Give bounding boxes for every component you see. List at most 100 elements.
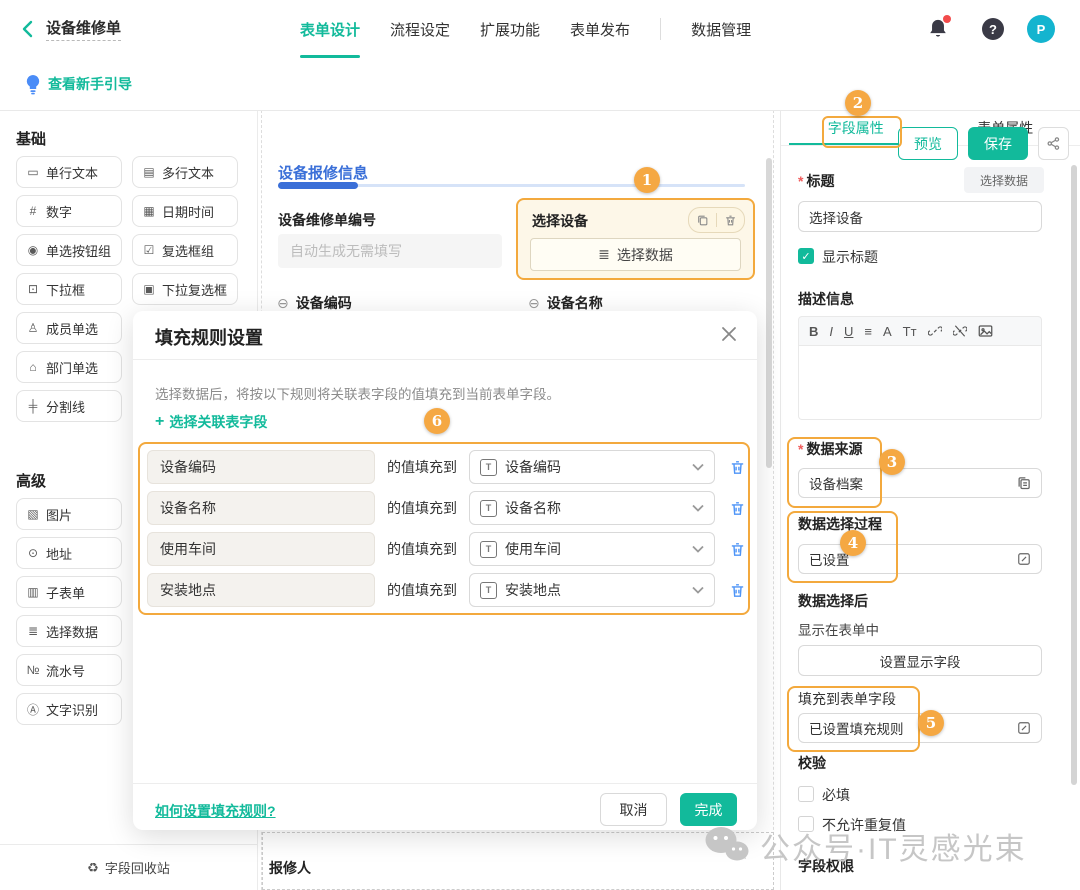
chevron-down-icon (692, 504, 704, 512)
field-datetime[interactable]: ▦日期时间 (132, 195, 238, 227)
field-number[interactable]: #数字 (16, 195, 122, 227)
set-display-fields-button[interactable]: 设置显示字段 (798, 645, 1042, 676)
field-member-select[interactable]: ♙成员单选 (16, 312, 122, 344)
bulb-icon (25, 74, 41, 95)
preview-button[interactable]: 预览 (898, 127, 958, 160)
insert-image-icon[interactable] (978, 324, 993, 338)
share-icon (1046, 136, 1061, 151)
switch-source-icon[interactable] (1016, 476, 1031, 491)
rule-connector-text: 的值填充到 (387, 457, 457, 477)
tab-data-management[interactable]: 数据管理 (691, 0, 751, 58)
font-size-icon[interactable]: Tт (903, 324, 917, 339)
title-source-chip[interactable]: 选择数据 (964, 167, 1044, 193)
bold-icon[interactable]: B (809, 324, 818, 339)
plus-icon: + (155, 413, 164, 431)
check-icon: ✓ (801, 250, 810, 263)
save-button[interactable]: 保存 (968, 127, 1028, 160)
required-checkbox[interactable] (798, 786, 814, 802)
field-select-data[interactable]: ≣选择数据 (16, 615, 122, 647)
cancel-button[interactable]: 取消 (600, 793, 667, 826)
duplicate-field-button[interactable] (689, 214, 716, 227)
canvas-scrollbar[interactable] (766, 158, 772, 468)
target-field-select[interactable]: T 使用车间 (469, 532, 715, 566)
modal-close-button[interactable] (721, 326, 737, 342)
modal-footer-divider (133, 783, 757, 784)
tab-form-design[interactable]: 表单设计 (300, 0, 360, 58)
delete-rule-button[interactable] (729, 582, 746, 599)
no-duplicate-checkbox[interactable] (798, 816, 814, 832)
back-button[interactable] (20, 20, 36, 38)
nav-tabs: 表单设计 流程设定 扩展功能 表单发布 数据管理 (300, 0, 751, 58)
add-related-field-link[interactable]: + 选择关联表字段 (155, 412, 267, 432)
notification-bell-button[interactable] (927, 17, 949, 41)
field-recycle-bin[interactable]: ♻ 字段回收站 (0, 844, 257, 890)
description-label: 描述信息 (798, 291, 854, 307)
validation-label: 校验 (798, 755, 826, 771)
target-field-select[interactable]: T 安装地点 (469, 573, 715, 607)
description-textarea[interactable] (798, 346, 1042, 420)
confirm-button[interactable]: 完成 (680, 793, 737, 826)
data-source-label: * 数据来源 (798, 441, 862, 457)
choose-data-button[interactable]: ≣ 选择数据 (530, 238, 741, 271)
delete-field-button[interactable] (717, 214, 744, 227)
no-duplicate-label: 不允许重复值 (822, 817, 906, 833)
data-source-input[interactable]: 设备档案 (798, 468, 1042, 498)
delete-rule-button[interactable] (729, 541, 746, 558)
question-icon: ? (989, 22, 997, 37)
field-checkbox-group[interactable]: ☑复选框组 (132, 234, 238, 266)
field-ocr[interactable]: Ⓐ文字识别 (16, 693, 122, 725)
field-dropdown[interactable]: ⊡下拉框 (16, 273, 122, 305)
field-department-select[interactable]: ⌂部门单选 (16, 351, 122, 383)
panel-scrollbar[interactable] (1071, 165, 1077, 785)
field-serial-number[interactable]: №流水号 (16, 654, 122, 686)
beginner-guide-link[interactable]: 查看新手引导 (48, 58, 132, 110)
target-field-select[interactable]: T 设备名称 (469, 491, 715, 525)
source-field-input[interactable]: 设备编码 (147, 450, 375, 484)
user-avatar[interactable]: P (1027, 15, 1055, 43)
link-circle-icon: ⊖ (277, 295, 289, 312)
linked-field-device-name[interactable]: ⊖ 设备名称 (528, 293, 603, 313)
align-icon[interactable]: ≡ (864, 324, 872, 339)
field-image[interactable]: ▧图片 (16, 498, 122, 530)
edit-icon[interactable] (1017, 552, 1031, 566)
delete-rule-button[interactable] (729, 500, 746, 517)
tab-workflow[interactable]: 流程设定 (390, 0, 450, 58)
share-button[interactable] (1038, 127, 1069, 160)
field-divider[interactable]: ╪分割线 (16, 390, 122, 422)
divider-icon: ╪ (26, 399, 40, 413)
field-single-line-text[interactable]: ▭单行文本 (16, 156, 122, 188)
select-device-field-card[interactable]: 选择设备 ≣ 选择数据 (516, 198, 755, 280)
edit-icon[interactable] (1017, 721, 1031, 735)
advanced-section-title: 高级 (16, 470, 46, 491)
tab-extensions[interactable]: 扩展功能 (480, 0, 540, 58)
link-icon[interactable] (928, 324, 942, 338)
font-color-icon[interactable]: A (883, 324, 892, 339)
field-multi-line-text[interactable]: ▤多行文本 (132, 156, 238, 188)
field-subform[interactable]: ▥子表单 (16, 576, 122, 608)
linked-field-device-code[interactable]: ⊖ 设备编码 (277, 293, 352, 313)
help-button[interactable]: ? (982, 18, 1004, 40)
italic-icon[interactable]: I (829, 324, 833, 339)
unlink-icon[interactable] (953, 324, 967, 338)
show-title-checkbox[interactable]: ✓ (798, 248, 814, 264)
source-field-input[interactable]: 设备名称 (147, 491, 375, 525)
reporter-field-zone[interactable]: 报修人 (262, 832, 774, 890)
serial-field-input[interactable]: 自动生成无需填写 (278, 234, 502, 268)
field-radio-group[interactable]: ◉单选按钮组 (16, 234, 122, 266)
title-input[interactable]: 选择设备 (798, 201, 1042, 232)
trash-icon (724, 214, 737, 227)
selection-process-input[interactable]: 已设置 (798, 544, 1042, 574)
editor-toolbar: B I U ≡ A Tт (798, 316, 1042, 346)
fill-rule-row: 设备编码 的值填充到 T 设备编码 (147, 450, 746, 484)
target-field-select[interactable]: T 设备编码 (469, 450, 715, 484)
title-label: * 标题 (798, 173, 834, 189)
source-field-input[interactable]: 使用车间 (147, 532, 375, 566)
how-to-set-rules-link[interactable]: 如何设置填充规则? (155, 801, 276, 821)
annotation-badge-5: 5 (918, 710, 944, 736)
tab-publish[interactable]: 表单发布 (570, 0, 630, 58)
field-address[interactable]: ⊙地址 (16, 537, 122, 569)
underline-icon[interactable]: U (844, 324, 853, 339)
source-field-input[interactable]: 安装地点 (147, 573, 375, 607)
field-multi-dropdown[interactable]: ▣下拉复选框 (132, 273, 238, 305)
delete-rule-button[interactable] (729, 459, 746, 476)
